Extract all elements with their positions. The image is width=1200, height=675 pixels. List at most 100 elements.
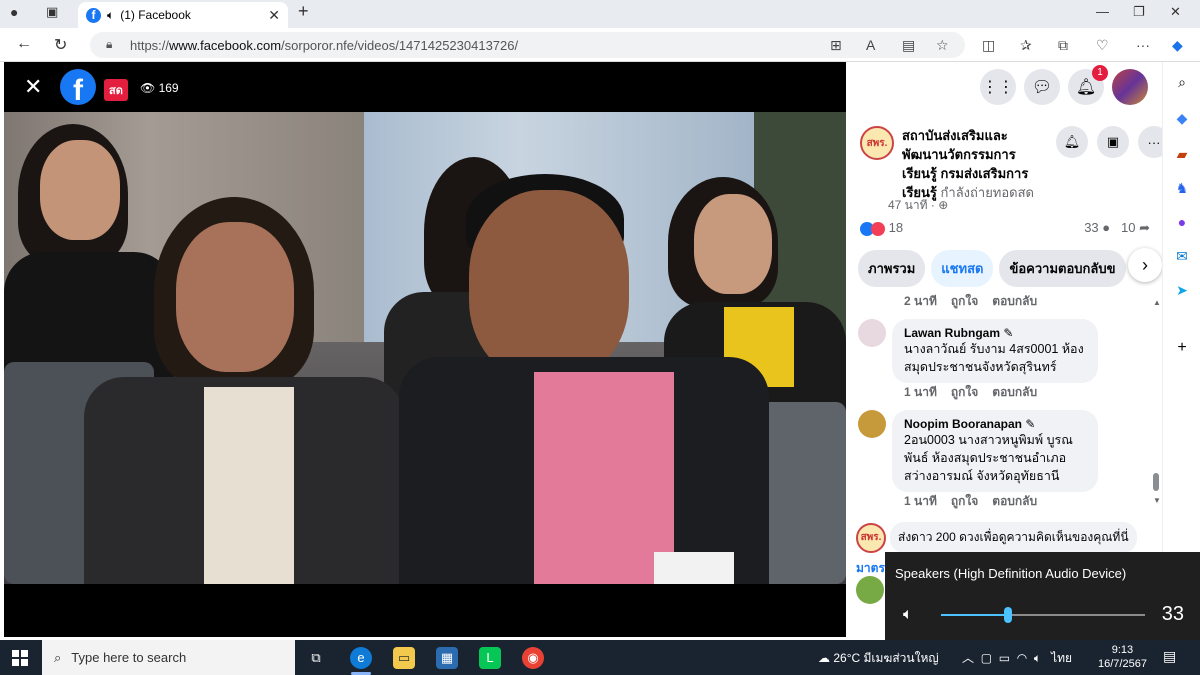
split-screen-icon[interactable]: ◫ [982, 37, 995, 54]
volume-icon[interactable]: 🔈︎ [1034, 651, 1041, 665]
commenter-name[interactable]: Lawan Rubngam ✎ [904, 326, 1086, 340]
close-tab-icon[interactable]: ✕ [268, 7, 280, 24]
like-link[interactable]: ถูกใจ [951, 494, 978, 508]
like-link[interactable]: ถูกใจ [951, 385, 978, 399]
copilot-app-icon[interactable]: ● [1174, 214, 1190, 230]
volume-level: 33 [1161, 603, 1184, 625]
maximize-icon[interactable]: ❐ [1133, 4, 1145, 20]
windows-start-icon[interactable] [12, 650, 28, 666]
scroll-up-icon[interactable]: ▲ [1153, 298, 1161, 307]
volume-flyout: Speakers (High Definition Audio Device) … [885, 552, 1200, 640]
tab-overview[interactable]: ภาพรวม [858, 250, 926, 287]
store-icon[interactable]: ▦ [436, 647, 458, 669]
reply-link[interactable]: ตอบกลับ [992, 385, 1037, 399]
notification-center-icon[interactable]: ▤ [1163, 648, 1176, 665]
speaker-icon[interactable]: 🔈︎ [107, 8, 114, 23]
taskbar-search[interactable]: ⌕ Type here to search [42, 640, 295, 675]
globe-icon: ⊕ [938, 198, 949, 212]
task-view-icon[interactable]: ⧉ [305, 647, 327, 669]
add-sidebar-icon[interactable]: + [1174, 340, 1190, 356]
back-icon[interactable]: ← [16, 35, 32, 53]
volume-thumb[interactable] [1004, 607, 1013, 623]
account-avatar[interactable] [1112, 69, 1148, 105]
minimize-icon[interactable]: — [1096, 4, 1109, 19]
commenter-avatar[interactable] [858, 410, 886, 438]
outlook-icon[interactable]: ✉ [1174, 248, 1190, 264]
commenter-name-text: Noopim Booranapan [904, 417, 1023, 431]
page-name[interactable]: สถาบันส่งเสริมและพัฒนานวัตกรรมการเรียนรู… [902, 126, 1042, 202]
read-aloud-icon[interactable]: A [866, 37, 875, 53]
save-icon[interactable]: ▣ [1097, 126, 1129, 158]
weather-text: มีเมฆส่วนใหญ่ [863, 651, 939, 665]
close-video-icon[interactable]: ✕ [24, 74, 42, 100]
search-icon: ⌕ [54, 649, 62, 665]
battery-icon[interactable]: ▭ [999, 651, 1010, 665]
comments-count[interactable]: 33 [1084, 220, 1098, 235]
like-link[interactable]: ถูกใจ [951, 294, 978, 308]
refresh-icon[interactable]: ↻ [54, 35, 67, 55]
facebook-logo-icon[interactable]: f [60, 69, 96, 105]
commenter-avatar[interactable] [858, 319, 886, 347]
browser-essentials-icon[interactable]: ♡ [1096, 37, 1109, 54]
line-icon[interactable]: L [479, 647, 501, 669]
profile-icon[interactable]: ● [10, 4, 18, 20]
tag-icon[interactable]: ◆ [1174, 110, 1190, 126]
tab-actions-icon[interactable]: ▣ [46, 4, 58, 20]
tab-replies[interactable]: ข้อความตอบกลับข [999, 250, 1126, 287]
more-options-icon[interactable]: ··· [1138, 126, 1162, 158]
volume-slider[interactable] [941, 607, 1145, 623]
chrome-icon[interactable]: ◉ [522, 647, 544, 669]
notifications-bell-icon[interactable]: 🔔︎ 1 [1068, 65, 1108, 105]
viewer-count-value: 169 [158, 81, 179, 95]
games-icon[interactable]: ♞ [1174, 180, 1190, 196]
edge-icon[interactable]: e [350, 647, 372, 669]
file-explorer-icon[interactable]: ▭ [393, 647, 415, 669]
comment-time: 1 นาที [904, 385, 937, 399]
tab-live-chat[interactable]: แชทสด [931, 250, 994, 287]
audio-device-name[interactable]: Speakers (High Definition Audio Device) [895, 566, 1126, 581]
wifi-icon[interactable]: ◠ [1017, 651, 1027, 665]
language-indicator[interactable]: ไทย [1051, 651, 1072, 665]
reply-link[interactable]: ตอบกลับ [992, 494, 1037, 508]
briefcase-icon[interactable]: ▰ [1174, 146, 1190, 162]
show-hidden-icons-icon[interactable]: ︿ [962, 651, 974, 665]
comment-time: 1 นาที [904, 494, 937, 508]
promo-avatar: สพร. [856, 522, 886, 553]
close-window-icon[interactable]: ✕ [1170, 4, 1181, 20]
search-icon[interactable]: ⌕ [1174, 74, 1190, 90]
favorite-star-icon[interactable]: ☆ [936, 37, 949, 54]
comment-time: 2 นาที [904, 294, 937, 308]
meet-icon[interactable]: ▢ [981, 651, 992, 665]
weather-widget[interactable]: ☁ 26°C มีเมฆส่วนใหญ่ [818, 649, 939, 668]
more-icon[interactable]: ··· [1136, 37, 1150, 53]
comment-text: นางลาวัณย์ รับงาม 4สร0001 ห้องสมุดประชาช… [904, 342, 1084, 374]
menu-grid-icon[interactable]: ⋮⋮ [980, 69, 1016, 105]
clock[interactable]: 9:13 16/7/2567 [1098, 643, 1147, 671]
scroll-thumb[interactable] [1153, 473, 1159, 491]
new-tab-icon[interactable]: + [298, 1, 309, 22]
telegram-icon[interactable]: ➤ [1174, 282, 1190, 298]
page-avatar[interactable]: สพร. [860, 126, 894, 160]
browser-tab-facebook[interactable]: f 🔈︎ (1) Facebook ✕ [78, 2, 288, 28]
promo-text[interactable]: ส่งดาว 200 ดวงเพื่อดูความคิดเห็นของคุณที… [890, 522, 1137, 553]
copilot-icon[interactable]: ◆ [1172, 37, 1183, 54]
scroll-down-icon[interactable]: ▼ [1153, 496, 1161, 505]
messenger-icon[interactable]: 💬︎ [1024, 69, 1060, 105]
favorites-icon[interactable]: ✰ [1020, 37, 1032, 54]
reply-link[interactable]: ตอบกลับ [992, 294, 1037, 308]
reactions-count[interactable]: 18 [889, 220, 903, 235]
video-player[interactable]: ✕ f สด 👁︎ 169 [4, 62, 846, 637]
system-tray: ︿ ▢ ▭ ◠ 🔈︎ ไทย [962, 649, 1072, 668]
collections-icon[interactable]: ⧉ [1058, 37, 1068, 54]
immersive-reader-icon[interactable]: ▤ [902, 37, 915, 54]
comments-scrollbar[interactable]: ▲ ▼ [1153, 298, 1161, 508]
speaker-mute-icon[interactable]: 🔈︎ [903, 606, 913, 624]
comment-item: Lawan Rubngam ✎ นางลาวัณย์ รับงาม 4สร000… [858, 319, 1148, 402]
follow-bell-icon[interactable]: 🔔︎ [1056, 126, 1088, 158]
tabs-next-icon[interactable]: › [1128, 248, 1162, 282]
app-available-icon[interactable]: ⊞ [830, 37, 842, 54]
commenter-name[interactable]: Noopim Booranapan ✎ [904, 417, 1086, 431]
lock-icon[interactable]: 🔒︎ [106, 37, 112, 52]
comments-shares: 33 ● 10 ➦ [1084, 220, 1150, 236]
shares-count[interactable]: 10 [1121, 220, 1135, 235]
